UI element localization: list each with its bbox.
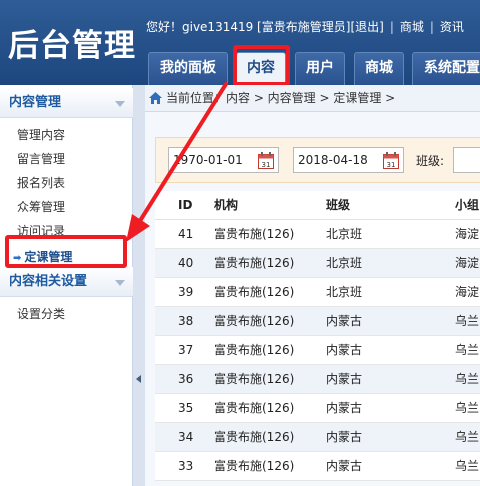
cell-id: 34	[178, 430, 194, 444]
cell-id: 40	[178, 256, 194, 270]
table-row[interactable]: 33 富贵布施(126) 内蒙古 乌兰	[155, 452, 480, 481]
cell-id: 36	[178, 372, 194, 386]
calendar-icon[interactable]: 31	[258, 152, 274, 169]
table-row[interactable]: 35 富贵布施(126) 内蒙古 乌兰	[155, 394, 480, 423]
user-greeting: 您好！give131419 [富贵布施管理员]	[146, 20, 351, 34]
table-header-row: ID 机构 班级 小组	[155, 191, 480, 220]
cell-group: 乌兰	[455, 459, 480, 473]
cell-class: 内蒙古	[326, 459, 363, 473]
class-filter-label: 班级:	[416, 154, 445, 168]
sidebar: 内容管理 管理内容 留言管理 报名列表 众筹管理 访问记录 ➡ 定课管理 内容相关…	[0, 85, 133, 486]
top-user-bar: 您好！give131419 [富贵布施管理员][退出] | 商城 | 资讯	[146, 18, 464, 35]
breadcrumb: 当前位置：内容 > 内容管理 > 定课管理 >	[145, 85, 480, 112]
cell-id: 39	[178, 285, 194, 299]
cell-class: 内蒙古	[326, 314, 363, 328]
tab-content[interactable]: 内容	[236, 52, 286, 85]
cell-id: 41	[178, 227, 194, 241]
sidebar-section-label: 内容相关设置	[9, 274, 88, 289]
sidebar-item-visit-log[interactable]: 访问记录	[17, 222, 65, 239]
cell-class: 内蒙古	[326, 401, 363, 415]
cell-group: 海淀	[455, 256, 480, 270]
sidebar-item-manage-content[interactable]: 管理内容	[17, 126, 65, 143]
sidebar-section-label: 内容管理	[9, 95, 62, 110]
table-row[interactable]: 39 富贵布施(126) 北京班 海淀	[155, 278, 480, 307]
table-row[interactable]: 34 富贵布施(126) 内蒙古 乌兰	[155, 423, 480, 452]
divider: |	[389, 20, 394, 34]
cell-group: 海淀	[455, 285, 480, 299]
cell-group: 海淀	[455, 227, 480, 241]
end-date-value: 2018-04-18	[298, 153, 368, 167]
filter-bar: 1970-01-01 31 2018-04-18 31 班级:	[155, 137, 480, 183]
sidebar-item-crowdfunding[interactable]: 众筹管理	[17, 198, 65, 215]
svg-text:31: 31	[262, 161, 271, 169]
home-icon	[149, 92, 162, 104]
column-header-org[interactable]: 机构	[214, 191, 238, 220]
sidebar-item-course-management[interactable]: ➡ 定课管理	[13, 248, 72, 265]
cell-org: 富贵布施(126)	[214, 459, 295, 473]
cell-group: 乌兰	[455, 430, 480, 444]
calendar-icon[interactable]: 31	[383, 152, 399, 169]
collapse-left-icon	[136, 375, 141, 383]
breadcrumb-text: 当前位置：内容 > 内容管理 > 定课管理 >	[166, 91, 396, 105]
start-date-field[interactable]: 1970-01-01 31	[168, 147, 279, 173]
sidebar-item-label: 定课管理	[24, 250, 73, 264]
sidebar-item-signup-list[interactable]: 报名列表	[17, 174, 65, 191]
cell-id: 38	[178, 314, 194, 328]
tab-my-panel[interactable]: 我的面板	[148, 52, 228, 85]
cell-id: 35	[178, 401, 194, 415]
sidebar-item-messages[interactable]: 留言管理	[17, 150, 65, 167]
sidebar-item-category-settings[interactable]: 设置分类	[17, 305, 65, 322]
cell-org: 富贵布施(126)	[214, 430, 295, 444]
column-header-id[interactable]: ID	[178, 191, 192, 220]
tab-mall[interactable]: 商城	[354, 52, 404, 85]
table-row[interactable]: 40 富贵布施(126) 北京班 海淀	[155, 249, 480, 278]
mall-link[interactable]: 商城	[400, 20, 424, 34]
table-row[interactable]: 36 富贵布施(126) 内蒙古 乌兰	[155, 365, 480, 394]
class-filter-input[interactable]	[453, 147, 480, 173]
sidebar-collapse-bar[interactable]	[133, 85, 145, 486]
table-row[interactable]: 41 富贵布施(126) 北京班 海淀	[155, 220, 480, 249]
cell-org: 富贵布施(126)	[214, 314, 295, 328]
cell-group: 乌兰	[455, 343, 480, 357]
cell-id: 37	[178, 343, 194, 357]
app-header: 后台管理 您好！give131419 [富贵布施管理员][退出] | 商城 | 资讯 我…	[0, 0, 480, 85]
cell-group: 乌兰	[455, 372, 480, 386]
cell-org: 富贵布施(126)	[214, 285, 295, 299]
news-link[interactable]: 资讯	[440, 20, 464, 34]
cell-org: 富贵布施(126)	[214, 401, 295, 415]
column-header-group[interactable]: 小组	[455, 191, 479, 220]
sidebar-section-content-settings[interactable]: 内容相关设置	[0, 267, 133, 297]
arrow-right-icon: ➡	[13, 253, 22, 264]
sidebar-section-content-management[interactable]: 内容管理	[0, 88, 133, 118]
table-row[interactable]: 37 富贵布施(126) 内蒙古 乌兰	[155, 336, 480, 365]
cell-id: 33	[178, 459, 194, 473]
table-row[interactable]: 38 富贵布施(126) 内蒙古 乌兰	[155, 307, 480, 336]
cell-class: 内蒙古	[326, 430, 363, 444]
chevron-down-icon	[115, 101, 125, 107]
svg-text:31: 31	[387, 161, 396, 169]
cell-org: 富贵布施(126)	[214, 372, 295, 386]
cell-org: 富贵布施(126)	[214, 256, 295, 270]
end-date-field[interactable]: 2018-04-18 31	[293, 147, 404, 173]
cell-org: 富贵布施(126)	[214, 343, 295, 357]
tab-users[interactable]: 用户	[295, 52, 345, 85]
start-date-value: 1970-01-01	[173, 153, 243, 167]
logout-link[interactable]: [退出]	[350, 20, 383, 34]
cell-class: 内蒙古	[326, 372, 363, 386]
app-logo-title: 后台管理	[8, 28, 136, 64]
cell-org: 富贵布施(126)	[214, 227, 295, 241]
cell-class: 北京班	[326, 256, 363, 270]
divider: |	[429, 20, 434, 34]
cell-class: 北京班	[326, 227, 363, 241]
tab-system-config[interactable]: 系统配置	[412, 52, 480, 85]
cell-class: 内蒙古	[326, 343, 363, 357]
cell-class: 北京班	[326, 285, 363, 299]
cell-group: 乌兰	[455, 314, 480, 328]
chevron-down-icon	[115, 280, 125, 286]
cell-group: 乌兰	[455, 401, 480, 415]
column-header-class[interactable]: 班级	[326, 191, 350, 220]
